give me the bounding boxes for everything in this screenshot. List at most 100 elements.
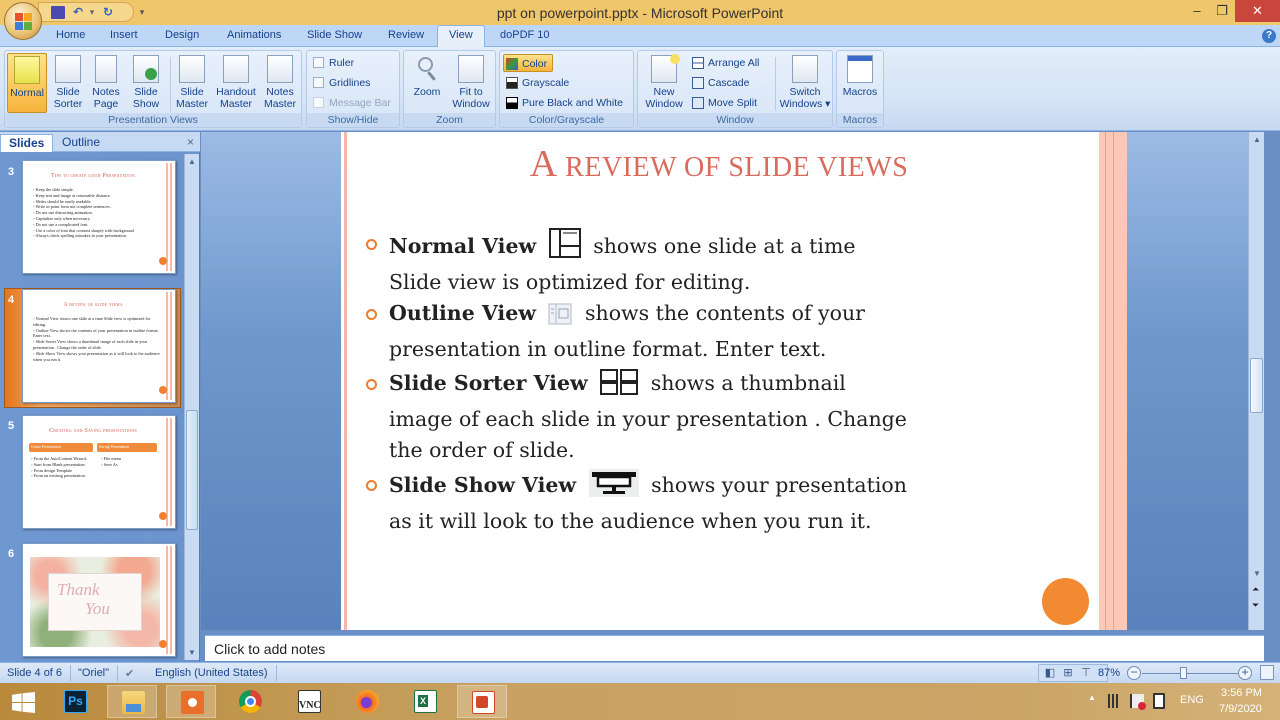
slide-show-button[interactable]: Slide Show (127, 53, 165, 113)
slide-master-button[interactable]: Slide Master (173, 53, 211, 113)
thumbnail-line: ◦ Always check spelling mistakes in your… (33, 233, 127, 239)
slide-sorter-button[interactable]: Slide Sorter (49, 53, 87, 113)
save-icon[interactable] (51, 6, 65, 19)
notes-page-button[interactable]: Notes Page (88, 53, 124, 113)
action-center-icon[interactable] (1130, 694, 1146, 710)
clock-date[interactable]: 7/9/2020 (1219, 703, 1262, 715)
zoom-slider-handle[interactable] (1180, 667, 1188, 679)
previous-slide-icon[interactable]: ⏶ (1252, 584, 1259, 595)
taskbar-vnc[interactable]: VNC (284, 685, 334, 718)
title-bar: ppt on powerpoint.pptx - Microsoft Power… (0, 0, 1280, 25)
help-icon[interactable]: ? (1262, 29, 1276, 43)
zoom-in-button[interactable]: + (1238, 666, 1252, 680)
handout-master-icon (223, 55, 249, 83)
slides-pane-scrollbar[interactable]: ▲ ▼ (184, 154, 199, 660)
thumbnail-line: ◦ Start from Blank presentation. (31, 461, 86, 467)
slide-thumbnail-6[interactable]: Thank You (22, 543, 176, 657)
slide-left-border (344, 132, 347, 630)
notes-master-button[interactable]: Notes Master (260, 53, 300, 113)
battery-icon[interactable] (1153, 693, 1165, 709)
zoom-level[interactable]: 87% (1098, 667, 1120, 679)
pure-black-white-button[interactable]: Pure Black and White (504, 94, 623, 112)
slide-thumbnail-5[interactable]: Creating and Saving presentations Create… (22, 415, 176, 529)
show-hidden-icons[interactable]: ▲ (1088, 693, 1096, 702)
normal-view-button[interactable]: Normal (7, 53, 47, 113)
taskbar-start[interactable] (0, 685, 50, 718)
message-bar-checkbox[interactable]: Message Bar (311, 94, 391, 112)
tab-animations[interactable]: Animations (227, 29, 281, 41)
thank-you-card: Thank You (48, 573, 142, 631)
slide-show-status-icon[interactable]: ⊤ (1079, 667, 1093, 680)
input-language[interactable]: ENG (1180, 694, 1204, 706)
macros-button[interactable]: Macros (839, 53, 881, 113)
tab-review[interactable]: Review (388, 29, 424, 41)
close-button[interactable]: ✕ (1235, 0, 1280, 22)
move-split-button[interactable]: Move Split (690, 94, 757, 112)
tab-design[interactable]: Design (165, 29, 199, 41)
slide-scrollbar[interactable]: ▲ ▼ ⏶ ⏷ (1248, 132, 1264, 630)
bullet-normal-view[interactable]: Normal View shows one slide at a time Sl… (366, 228, 1029, 298)
scroll-up-icon[interactable]: ▲ (188, 157, 196, 166)
slide-title[interactable]: A REVIEW OF SLIDE VIEWS (351, 142, 1087, 186)
new-window-button[interactable]: New Window (640, 53, 688, 113)
tab-slides[interactable]: Slides (0, 134, 54, 152)
scrollbar-thumb[interactable] (1250, 358, 1263, 413)
taskbar-firefox[interactable] (342, 685, 392, 718)
taskbar-screen-recorder[interactable] (166, 685, 216, 718)
slide-thumbnail-4[interactable]: A review of slide views ◦ Normal View sh… (22, 289, 176, 403)
taskbar-powerpoint[interactable] (457, 685, 507, 718)
tab-home[interactable]: Home (56, 29, 85, 41)
clock-time[interactable]: 3:56 PM (1221, 687, 1262, 699)
ruler-checkbox[interactable]: Ruler (311, 54, 354, 72)
bullet-outline-view[interactable]: Outline View shows the contents of your … (366, 298, 1029, 365)
handout-master-button[interactable]: Handout Master (213, 53, 259, 113)
notes-pane[interactable]: Click to add notes (205, 635, 1264, 661)
normal-view-status-icon[interactable]: ◧ (1043, 667, 1057, 680)
thumbnail-line: ◦ Outline View shows the contents of you… (33, 327, 159, 339)
gridlines-checkbox[interactable]: Gridlines (311, 74, 370, 92)
switch-windows-button[interactable]: Switch Windows ▾ (778, 53, 832, 113)
tab-slide-show[interactable]: Slide Show (307, 29, 362, 41)
tab-outline[interactable]: Outline (54, 134, 108, 152)
color-button[interactable]: Color (503, 54, 553, 72)
undo-dropdown-icon[interactable]: ▾ (85, 6, 99, 19)
cascade-button[interactable]: Cascade (690, 74, 749, 92)
tab-insert[interactable]: Insert (110, 29, 138, 41)
bullet-slide-sorter-view[interactable]: Slide Sorter View shows a thumbnail imag… (366, 368, 1029, 466)
fit-to-window-button[interactable]: Fit to Window (448, 53, 494, 113)
scroll-up-icon[interactable]: ▲ (1253, 135, 1261, 144)
notes-placeholder[interactable]: Click to add notes (214, 641, 325, 657)
taskbar-excel[interactable]: X (400, 685, 450, 718)
taskbar-file-explorer[interactable] (107, 685, 157, 718)
zoom-button[interactable]: Zoom (408, 53, 446, 113)
restore-button[interactable]: ❐ (1207, 0, 1237, 22)
redo-icon[interactable]: ↻ (101, 6, 115, 19)
office-button[interactable] (4, 2, 42, 40)
slide-master-icon (179, 55, 205, 83)
arrange-all-button[interactable]: Arrange All (690, 54, 759, 72)
zoom-slider-track[interactable] (1142, 673, 1238, 674)
language-indicator[interactable]: English (United States) (155, 667, 268, 679)
bullet-slide-show-view[interactable]: Slide Show View shows your presentation … (366, 469, 1029, 537)
spell-check-icon[interactable]: ✔ (125, 667, 134, 680)
zoom-out-button[interactable]: − (1127, 666, 1141, 680)
fit-slide-icon[interactable] (1260, 665, 1274, 680)
slide-sorter-status-icon[interactable]: ⊞ (1061, 667, 1075, 680)
tab-dopdf[interactable]: doPDF 10 (500, 29, 550, 41)
next-slide-icon[interactable]: ⏷ (1252, 600, 1259, 611)
slide-thumbnail-3[interactable]: Tips to create good Presentation ◦ Keep … (22, 160, 176, 274)
cascade-icon (692, 77, 704, 89)
scrollbar-thumb[interactable] (186, 410, 198, 530)
customize-qat-icon[interactable]: ▾ (135, 6, 149, 19)
grayscale-button[interactable]: Grayscale (504, 74, 569, 92)
scroll-down-icon[interactable]: ▼ (1253, 569, 1261, 578)
undo-icon[interactable]: ↶ (71, 6, 85, 19)
network-icon[interactable] (1105, 694, 1121, 708)
current-slide[interactable]: A REVIEW OF SLIDE VIEWS Normal View show… (341, 132, 1127, 630)
scroll-down-icon[interactable]: ▼ (188, 648, 196, 657)
tab-view[interactable]: View (437, 25, 485, 48)
slide-number: 6 (8, 548, 15, 560)
taskbar-chrome[interactable] (225, 685, 275, 718)
close-pane-icon[interactable]: × (187, 135, 194, 149)
taskbar-photoshop[interactable]: Ps (50, 685, 100, 718)
